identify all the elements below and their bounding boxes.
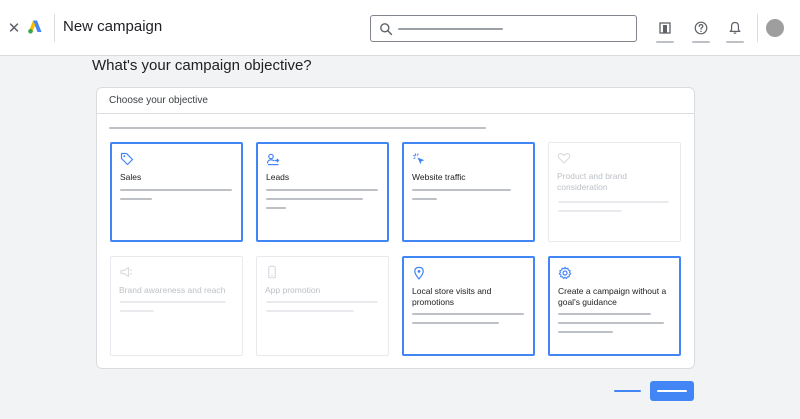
card-description-line [266, 301, 378, 303]
objective-card-no-goal-guidance[interactable]: Create a campaign without a goal's guida… [548, 256, 681, 356]
tools-button[interactable] [654, 17, 676, 43]
card-description-line [266, 310, 354, 312]
tools-icon [659, 22, 671, 34]
card-description-line [120, 301, 226, 303]
card-description-line [412, 198, 437, 200]
objective-card-local-store-visits[interactable]: Local store visits and promotions [402, 256, 535, 356]
google-ads-logo [28, 20, 42, 34]
leads-icon [266, 153, 280, 166]
objective-card-app-promotion: App promotion [256, 256, 389, 356]
help-button[interactable] [690, 17, 712, 43]
card-description-line [266, 189, 378, 191]
phone-icon [268, 265, 276, 279]
cursor-click-icon [413, 153, 425, 165]
objective-card-brand-awareness-reach: Brand awareness and reach [110, 256, 243, 356]
help-underline [692, 41, 710, 43]
header-divider-right [757, 14, 758, 42]
card-description-line [412, 322, 499, 324]
search-placeholder-line [398, 28, 503, 30]
continue-button[interactable] [650, 381, 694, 401]
card-description-line [412, 189, 511, 191]
objective-card-label: Create a campaign without a goal's guida… [558, 286, 667, 307]
card-description-line [558, 322, 664, 324]
objective-panel: Choose your objective Sales Leads Websit… [96, 87, 695, 369]
tools-underline [656, 41, 674, 43]
card-description-line [266, 207, 286, 209]
cancel-button-label-line [614, 390, 641, 392]
objective-card-label: Product and brand consideration [557, 171, 627, 192]
card-description-line [558, 331, 613, 333]
card-description-line [120, 189, 232, 191]
objective-card-label: Sales [120, 172, 142, 182]
objective-card-sales[interactable]: Sales [110, 142, 243, 242]
close-button[interactable]: ✕ [4, 18, 24, 38]
card-description-line [412, 313, 524, 315]
location-pin-icon [414, 266, 424, 280]
objective-card-website-traffic[interactable]: Website traffic [402, 142, 535, 242]
account-avatar[interactable] [766, 19, 784, 37]
objective-card-label: Brand awareness and reach [119, 285, 226, 295]
notifications-icon [729, 21, 741, 34]
search-input[interactable] [370, 15, 637, 42]
page-title: New campaign [63, 18, 163, 35]
card-description-line [120, 310, 154, 312]
gear-icon [558, 266, 572, 280]
help-icon [694, 21, 708, 35]
continue-button-label-line [657, 390, 687, 392]
notifications-underline [726, 41, 744, 43]
card-description-line [558, 313, 651, 315]
objective-card-product-brand-consideration: Product and brand consideration [548, 142, 681, 242]
cancel-button[interactable] [614, 388, 641, 394]
notifications-button[interactable] [724, 17, 746, 43]
search-icon [380, 23, 393, 36]
objective-card-label: Leads [266, 172, 290, 182]
header-divider [54, 14, 55, 42]
heart-icon [557, 153, 571, 164]
objective-card-label: Local store visits and promotions [412, 286, 492, 307]
objective-card-label: App promotion [265, 285, 321, 295]
objective-card-leads[interactable]: Leads [256, 142, 389, 242]
close-icon: ✕ [7, 20, 21, 37]
card-description-line [558, 210, 622, 212]
panel-description-line [109, 127, 486, 129]
top-app-bar: ✕ New campaign [0, 0, 800, 56]
card-description-line [266, 198, 363, 200]
megaphone-icon [120, 266, 133, 278]
card-description-line [558, 201, 669, 203]
objective-question: What's your campaign objective? [92, 57, 312, 74]
objective-card-label: Website traffic [412, 172, 466, 182]
tag-icon [120, 152, 134, 166]
card-description-line [120, 198, 152, 200]
panel-header: Choose your objective [97, 88, 694, 114]
